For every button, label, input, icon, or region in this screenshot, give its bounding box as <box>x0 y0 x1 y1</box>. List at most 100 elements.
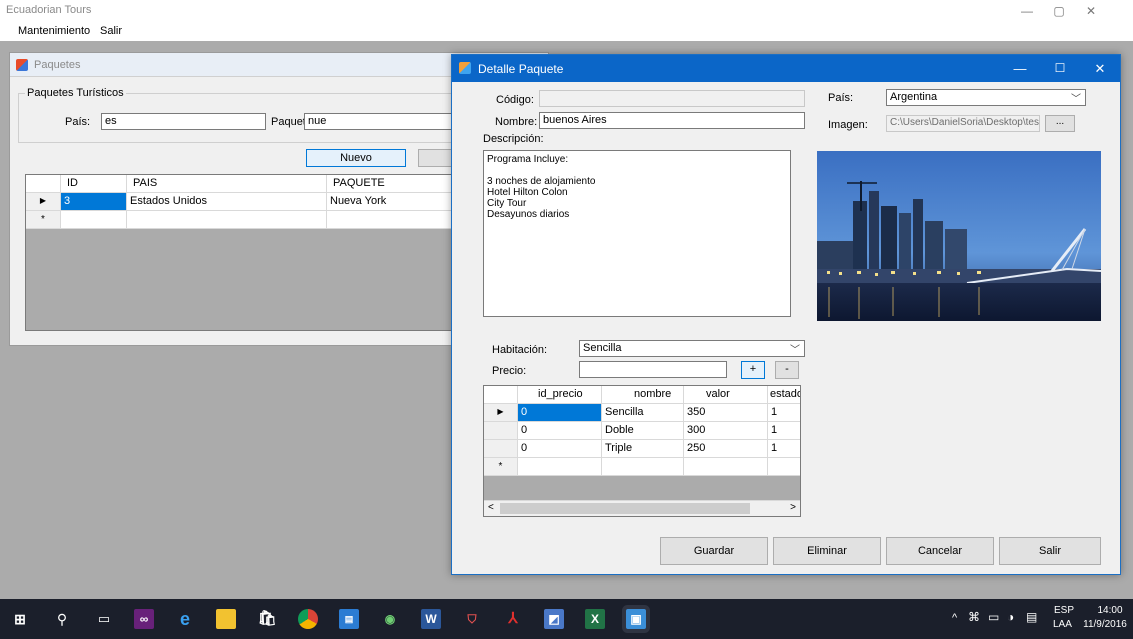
cell-estado[interactable]: 1 <box>768 422 800 440</box>
add-precio-button[interactable]: + <box>741 361 765 379</box>
excel-icon[interactable]: X <box>585 609 605 629</box>
tray-expand-icon[interactable]: ^ <box>952 612 957 624</box>
tray-battery-icon[interactable]: ▭ <box>988 611 999 623</box>
windows-start-icon[interactable]: ⊞ <box>10 609 30 629</box>
file-explorer-icon[interactable] <box>216 609 236 629</box>
remove-precio-button[interactable]: - <box>775 361 799 379</box>
new-cell[interactable] <box>684 458 768 476</box>
guardar-button[interactable]: Guardar <box>660 537 768 565</box>
column-header-nombre[interactable]: nombre <box>602 386 684 404</box>
dialog-close-button[interactable]: ✕ <box>1080 55 1120 82</box>
visual-studio-icon[interactable]: ∞ <box>134 609 154 629</box>
browse-button[interactable]: ... <box>1045 115 1075 132</box>
menu-mantenimiento[interactable]: Mantenimiento <box>18 25 90 37</box>
dialog-maximize-button[interactable]: ☐ <box>1040 55 1080 82</box>
cell-valor[interactable]: 300 <box>684 422 768 440</box>
cell-id-precio[interactable]: 0 <box>518 440 602 458</box>
clock-time[interactable]: 14:00 <box>1092 605 1128 617</box>
row-selector-icon[interactable]: ▶ <box>484 404 518 422</box>
habitacion-combobox[interactable]: Sencilla ﹀ <box>579 340 805 357</box>
tray-volume-icon[interactable]: ◑ <box>1007 611 1014 623</box>
window-icon <box>16 59 28 71</box>
app-icon[interactable]: ⛉ <box>462 609 482 629</box>
app-icon[interactable]: ◉ <box>380 609 400 629</box>
app-icon[interactable]: ▤ <box>339 609 359 629</box>
new-cell[interactable] <box>768 458 800 476</box>
app-minimize-button[interactable]: — <box>1012 0 1042 22</box>
new-row[interactable]: * <box>26 211 504 229</box>
cell-id-precio[interactable]: 0 <box>518 404 602 422</box>
new-row-icon: * <box>484 458 518 476</box>
new-cell[interactable] <box>602 458 684 476</box>
word-icon[interactable]: W <box>421 609 441 629</box>
cell-nombre[interactable]: Sencilla <box>602 404 684 422</box>
habitacion-label: Habitación: <box>492 344 548 356</box>
store-icon[interactable]: 🛍 <box>257 609 277 629</box>
table-row[interactable]: ▶ 3 Estados Unidos Nueva York <box>26 193 504 211</box>
acrobat-icon[interactable]: ⅄ <box>503 609 523 629</box>
salir-button[interactable]: Salir <box>999 537 1101 565</box>
habitacion-selected-value: Sencilla <box>583 342 622 354</box>
cell-estado[interactable]: 1 <box>768 404 800 422</box>
new-cell[interactable] <box>518 458 602 476</box>
edge-icon[interactable]: e <box>175 609 195 629</box>
cell-id-precio[interactable]: 0 <box>518 422 602 440</box>
cell-nombre[interactable]: Triple <box>602 440 684 458</box>
precio-input[interactable] <box>579 361 727 378</box>
new-cell-pais[interactable] <box>127 211 327 229</box>
nuevo-button[interactable]: Nuevo <box>306 149 406 167</box>
app-icon[interactable]: ◩ <box>544 609 564 629</box>
chrome-icon[interactable] <box>298 609 318 629</box>
pais-combobox[interactable]: Argentina ﹀ <box>886 89 1086 106</box>
nombre-input[interactable]: buenos Aires <box>539 112 805 129</box>
table-row[interactable]: 0 Triple 250 1 <box>484 440 800 458</box>
codigo-input[interactable] <box>539 90 805 107</box>
eliminar-button[interactable]: Eliminar <box>773 537 881 565</box>
clock-date[interactable]: 11/9/2016 <box>1080 619 1130 631</box>
new-row[interactable]: * <box>484 458 800 476</box>
row-selector[interactable] <box>484 440 518 458</box>
cell-id[interactable]: 3 <box>61 193 127 211</box>
app-maximize-button[interactable]: ▢ <box>1044 0 1074 22</box>
chevron-down-icon[interactable]: ﹀ <box>1071 90 1081 105</box>
new-cell-id[interactable] <box>61 211 127 229</box>
imagen-path-input[interactable]: C:\Users\DanielSoria\Desktop\tes <box>886 115 1040 132</box>
row-selector[interactable] <box>484 422 518 440</box>
cell-valor[interactable]: 350 <box>684 404 768 422</box>
menu-salir[interactable]: Salir <box>100 25 122 37</box>
horizontal-scrollbar[interactable]: < > <box>484 500 800 516</box>
keyboard-layout[interactable]: LAA <box>1053 619 1072 631</box>
scrollbar-thumb[interactable] <box>500 503 750 514</box>
app-titlebar: Ecuadorian Tours — ▢ ✕ <box>0 0 1133 22</box>
column-header-id-precio[interactable]: id_precio <box>518 386 602 404</box>
column-header-estado[interactable]: estado <box>768 386 800 404</box>
app-close-button[interactable]: ✕ <box>1076 0 1106 22</box>
scroll-left-icon[interactable]: < <box>488 502 494 513</box>
pais-search-input[interactable]: es <box>101 113 266 130</box>
tray-network-icon[interactable]: ⌘ <box>968 611 980 623</box>
cell-pais[interactable]: Estados Unidos <box>127 193 327 211</box>
task-view-icon[interactable]: ▭ <box>94 609 114 629</box>
dialog-minimize-button[interactable]: — <box>1000 55 1040 82</box>
chevron-down-icon[interactable]: ﹀ <box>790 341 800 356</box>
column-header-valor[interactable]: valor <box>684 386 768 404</box>
cancelar-button[interactable]: Cancelar <box>886 537 994 565</box>
scroll-right-icon[interactable]: > <box>790 502 796 513</box>
cell-estado[interactable]: 1 <box>768 440 800 458</box>
imagen-label: Imagen: <box>828 119 868 131</box>
descripcion-textarea[interactable]: Programa Incluye: 3 noches de alojamient… <box>483 150 791 317</box>
column-header-id[interactable]: ID <box>61 175 127 193</box>
precios-grid[interactable]: id_precio nombre valor estado ▶ 0 Sencil… <box>483 385 801 517</box>
paquetes-grid[interactable]: ID PAIS PAQUETE ▶ 3 Estados Unidos Nueva… <box>25 174 505 331</box>
search-icon[interactable]: ⚲ <box>52 609 72 629</box>
cell-nombre[interactable]: Doble <box>602 422 684 440</box>
row-selector-icon[interactable]: ▶ <box>26 193 61 211</box>
input-language[interactable]: ESP <box>1054 605 1074 617</box>
tray-notes-icon[interactable]: ▤ <box>1026 611 1037 623</box>
cell-valor[interactable]: 250 <box>684 440 768 458</box>
app-icon[interactable]: ▣ <box>626 609 646 629</box>
nombre-label: Nombre: <box>495 116 538 128</box>
column-header-pais[interactable]: PAIS <box>127 175 327 193</box>
table-row[interactable]: ▶ 0 Sencilla 350 1 <box>484 404 800 422</box>
table-row[interactable]: 0 Doble 300 1 <box>484 422 800 440</box>
